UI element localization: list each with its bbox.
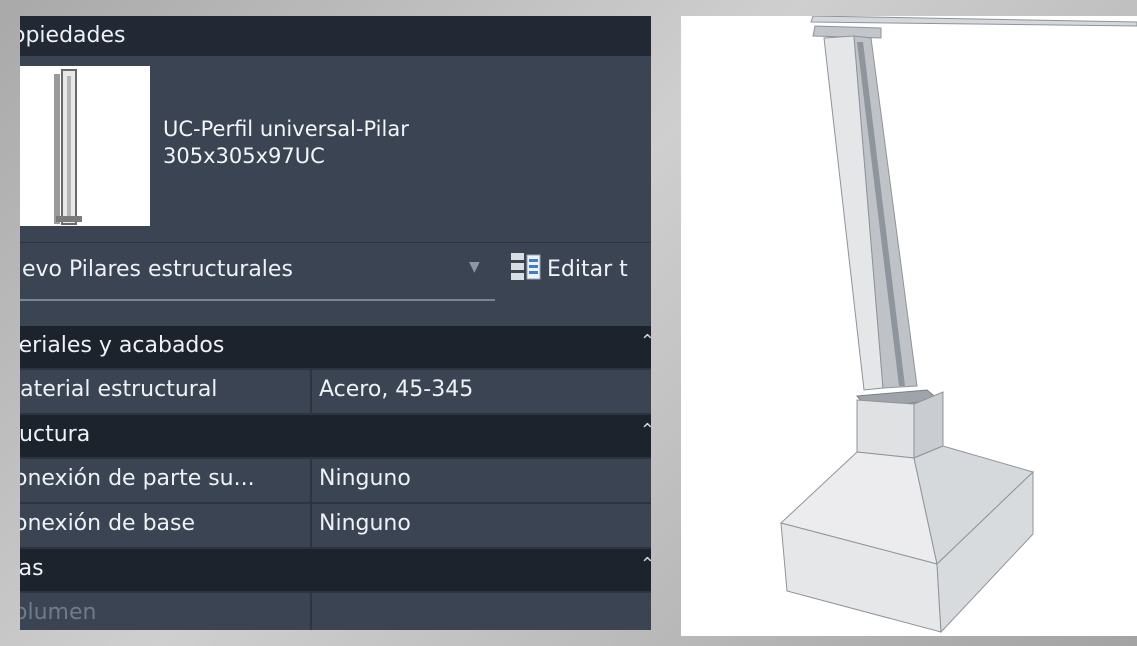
property-value[interactable]: Ninguno	[319, 511, 411, 536]
group-header-dimensions[interactable]: tas ⌃	[20, 549, 651, 593]
type-selector-area: UC-Perfil universal-Pilar 305x305x97UC	[20, 56, 651, 252]
type-name: UC-Perfil universal-Pilar 305x305x97UC	[163, 116, 409, 170]
group-header-materials[interactable]: teriales y acabados ⌃	[20, 326, 651, 370]
edit-type-button[interactable]: Editar t	[508, 251, 651, 291]
property-name: onexión de base	[20, 511, 196, 536]
column-footing-3d-model	[779, 16, 1137, 634]
properties-table: teriales y acabados ⌃ laterial estructur…	[20, 326, 651, 630]
column-divider	[310, 459, 312, 502]
column-divider	[310, 504, 312, 547]
group-label: tas	[20, 556, 44, 581]
chevron-up-double-icon[interactable]: ⌃	[640, 554, 651, 575]
property-name: olumen	[20, 600, 97, 625]
property-value[interactable]: Acero, 45-345	[319, 377, 473, 402]
3d-viewport[interactable]	[681, 16, 1137, 636]
edit-type-label: Editar t	[547, 257, 628, 282]
type-preview-image	[20, 66, 150, 226]
type-size-name: 305x305x97UC	[163, 144, 325, 168]
edit-type-icon	[511, 253, 541, 280]
column-preview-icon	[54, 69, 82, 225]
column-divider	[310, 593, 312, 630]
properties-panel: opiedades UC-Perfil universal-Pilar 305x…	[20, 16, 651, 630]
property-row-top-connection[interactable]: onexión de parte su... Ninguno	[20, 459, 651, 504]
property-row-volume: olumen	[20, 593, 651, 630]
instance-filter-row: uevo Pilares estructurales ▼ Editar t	[20, 242, 651, 309]
chevron-up-double-icon[interactable]: ⌃	[640, 331, 651, 352]
property-row-structural-material[interactable]: laterial estructural Acero, 45-345	[20, 370, 651, 415]
property-name: onexión de parte su...	[20, 466, 255, 491]
group-label: ructura	[20, 422, 91, 447]
property-row-base-connection[interactable]: onexión de base Ninguno	[20, 504, 651, 549]
group-header-structure[interactable]: ructura ⌃	[20, 415, 651, 459]
chevron-down-icon: ▼	[469, 259, 480, 275]
type-family-name: UC-Perfil universal-Pilar	[163, 117, 409, 141]
property-name: laterial estructural	[20, 377, 218, 402]
chevron-up-double-icon[interactable]: ⌃	[640, 420, 651, 441]
category-dropdown-value: uevo Pilares estructurales	[20, 257, 293, 282]
property-value[interactable]: Ninguno	[319, 466, 411, 491]
column-divider	[310, 370, 312, 413]
panel-title: opiedades	[20, 16, 651, 56]
category-dropdown[interactable]: uevo Pilares estructurales ▼	[20, 243, 495, 301]
group-label: teriales y acabados	[20, 333, 225, 358]
